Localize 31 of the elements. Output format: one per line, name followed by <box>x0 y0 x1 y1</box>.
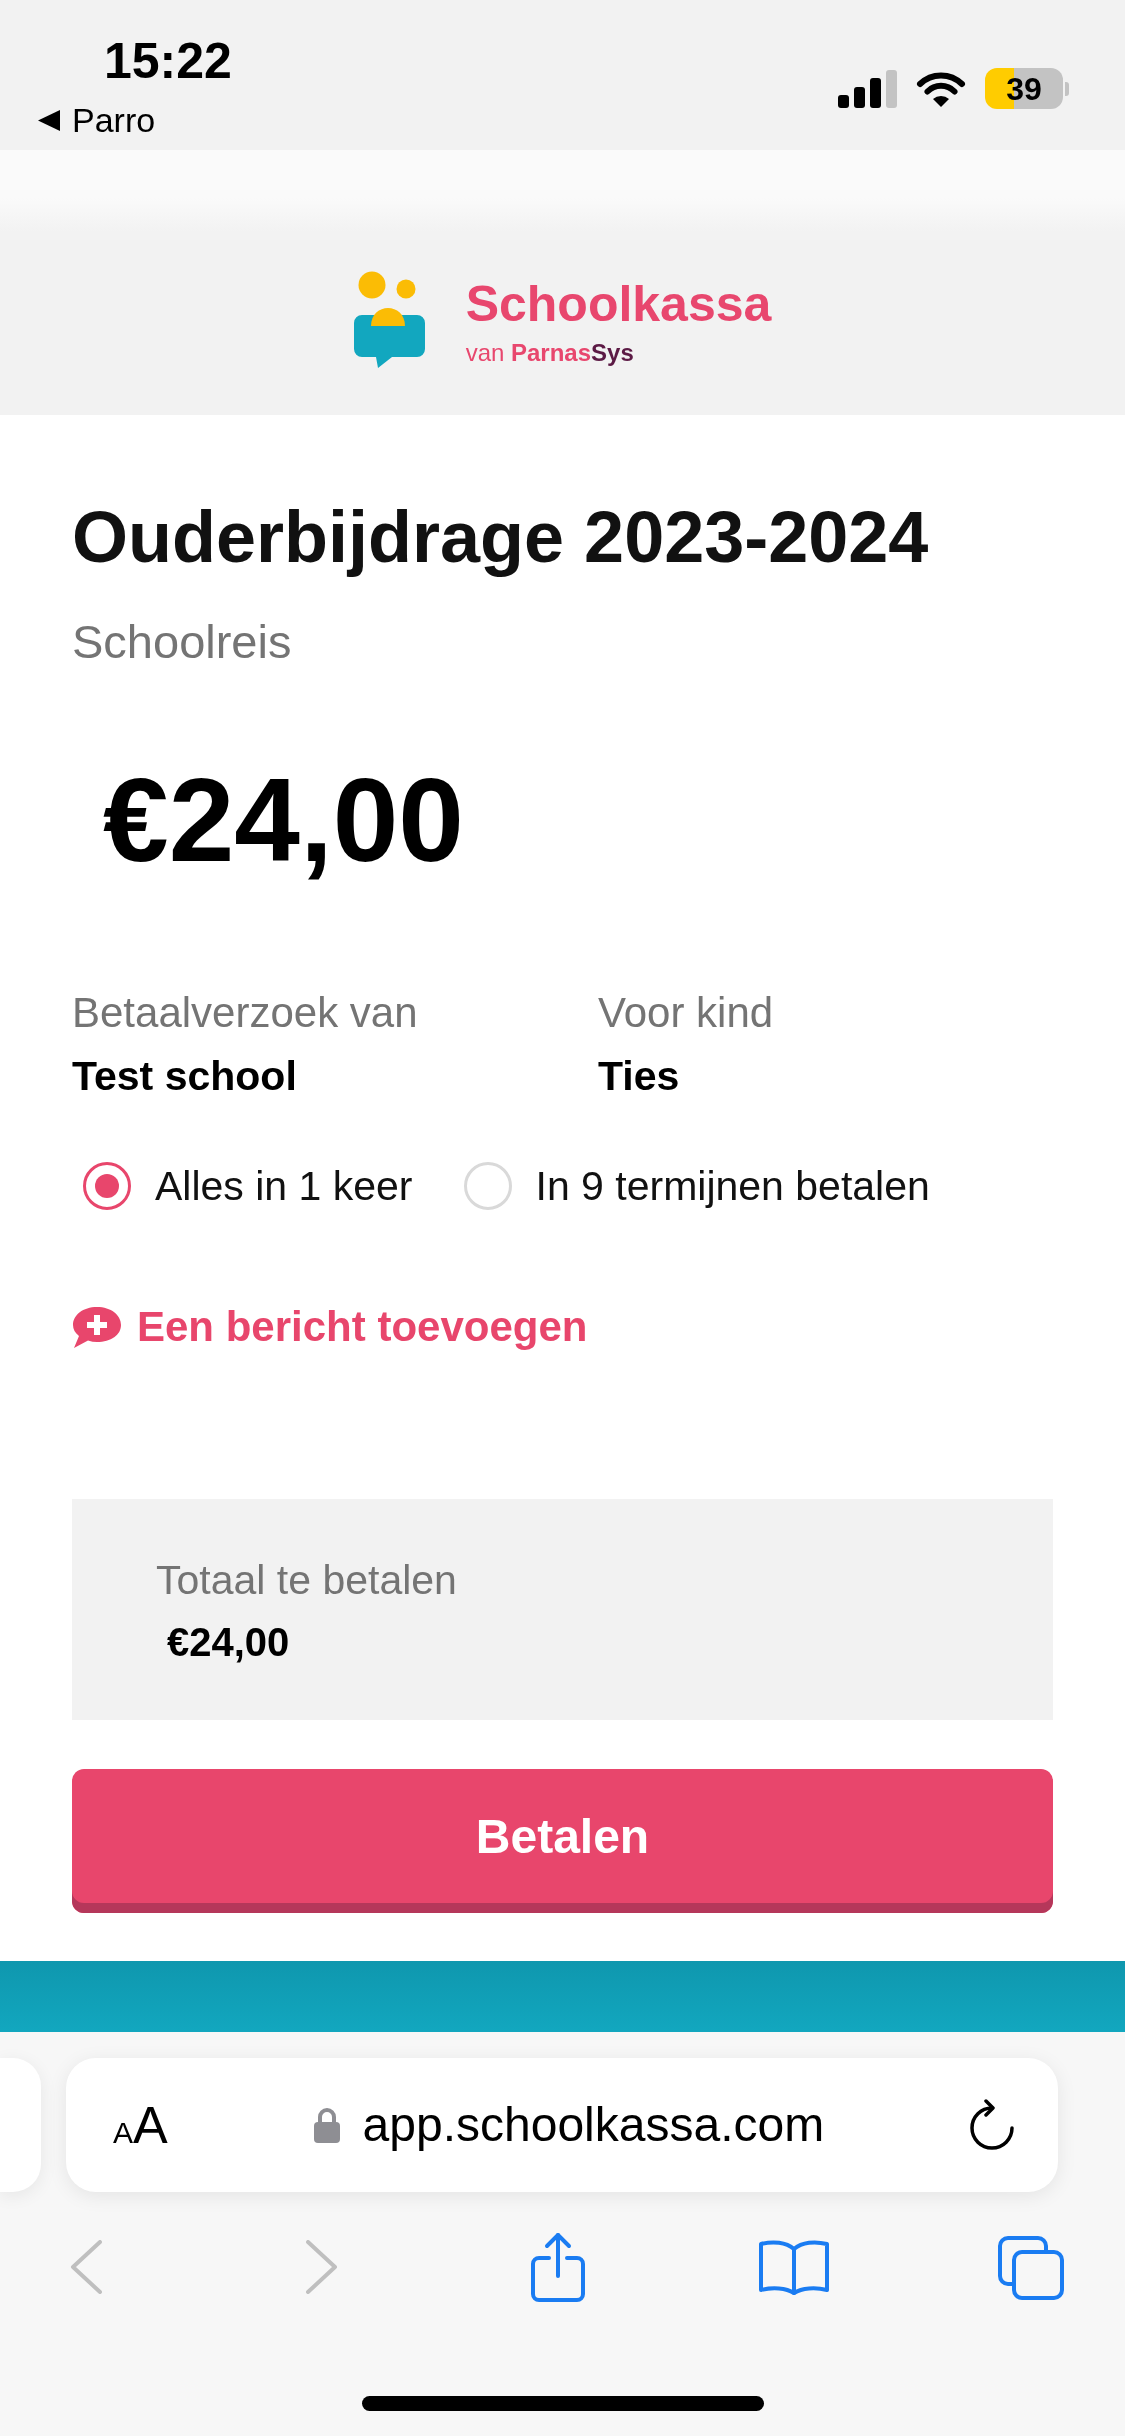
option-label[interactable]: In 9 termijnen betalen <box>535 1162 930 1210</box>
pay-button[interactable]: Betalen <box>72 1769 1053 1913</box>
brand-tagline: van ParnasSys <box>465 339 634 367</box>
reload-icon[interactable] <box>969 2099 1015 2151</box>
logo-icon <box>353 271 425 368</box>
radio-button[interactable] <box>83 1162 131 1210</box>
address-bar[interactable]: AA app.schoolkassa.com <box>66 2058 1058 2192</box>
tabs-icon[interactable] <box>996 2234 1064 2300</box>
detail-value: Ties <box>598 1052 680 1101</box>
text-size-button[interactable]: AA <box>113 2099 168 2151</box>
detail-value: Test school <box>72 1052 297 1101</box>
back-arrow-icon[interactable] <box>38 109 60 131</box>
amount: €24,00 <box>103 755 465 885</box>
signal-icon <box>838 69 897 108</box>
url-text[interactable]: app.schoolkassa.com <box>362 2097 825 2153</box>
lock-icon <box>312 2106 341 2144</box>
add-message-link[interactable]: Een bericht toevoegen <box>72 1303 588 1351</box>
open-book-icon[interactable] <box>758 2238 830 2296</box>
share-icon[interactable] <box>530 2231 586 2303</box>
detail-label: Betaalverzoek van <box>72 988 418 1038</box>
wifi-icon <box>916 69 966 108</box>
back-to-app-link[interactable]: Parro <box>38 100 156 140</box>
option-label[interactable]: Alles in 1 keer <box>155 1162 413 1210</box>
total-amount: €24,00 <box>167 1619 290 1666</box>
detail-label: Voor kind <box>598 988 774 1038</box>
brand-name: Schoolkassa <box>465 277 772 331</box>
speech-bubble-plus-icon[interactable] <box>72 1304 123 1350</box>
total-label: Totaal te betalen <box>156 1556 457 1605</box>
page-subtitle: Schoolreis <box>72 614 293 670</box>
clock-time: 15:22 <box>104 33 232 89</box>
page-title: Ouderbijdrage 2023-2024 <box>72 496 930 579</box>
